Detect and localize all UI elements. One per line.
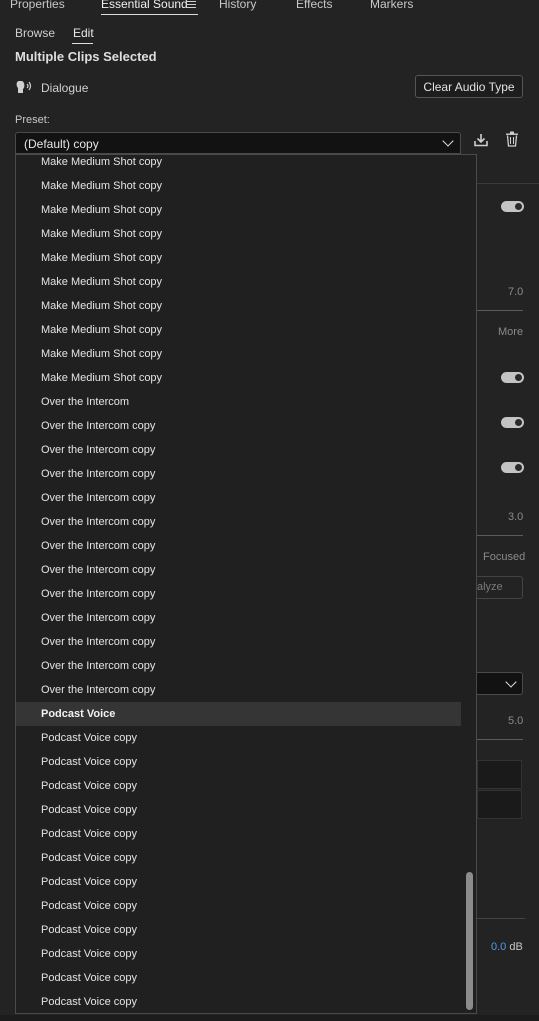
dropdown-item[interactable]: Over the Intercom copy [16,510,461,534]
trash-icon[interactable] [505,131,519,147]
dropdown-item[interactable]: Podcast Voice copy [16,798,461,822]
dialogue-icon [16,80,34,94]
background-select[interactable] [470,672,523,695]
dropdown-scrollbar[interactable] [466,872,473,1010]
subtab-edit[interactable]: Edit [73,26,94,40]
tab-essential-sound[interactable]: Essential Sound [101,0,188,11]
toggle-switch-2[interactable] [501,372,524,383]
dropdown-item[interactable]: Podcast Voice copy [16,966,461,990]
dropdown-item[interactable]: Podcast Voice copy [16,894,461,918]
slider-value-1: 7.0 [508,286,524,298]
dropdown-item[interactable]: Podcast Voice copy [16,918,461,942]
tab-history[interactable]: History [219,0,256,11]
toggle-switch-1[interactable] [501,201,524,212]
dropdown-item[interactable]: Make Medium Shot copy [16,366,461,390]
dropdown-item[interactable]: Over the Intercom copy [16,534,461,558]
dropdown-item[interactable]: Over the Intercom copy [16,630,461,654]
dropdown-item[interactable]: Podcast Voice copy [16,750,461,774]
dropdown-item[interactable]: Over the Intercom copy [16,486,461,510]
tab-effects[interactable]: Effects [296,0,332,11]
slider-value-2: 3.0 [508,511,524,523]
panel-divider [477,183,539,184]
page-title: Multiple Clips Selected [15,49,157,64]
slider-track-1[interactable] [477,310,523,311]
dropdown-item[interactable]: Over the Intercom copy [16,606,461,630]
focused-label: Focused [483,551,526,563]
dropdown-item[interactable]: Make Medium Shot copy [16,294,461,318]
panel-field-1[interactable] [477,760,522,789]
chevron-down-icon [442,135,454,147]
panel-divider-2 [477,918,525,919]
dropdown-item[interactable]: Make Medium Shot copy [16,270,461,294]
dropdown-item[interactable]: Make Medium Shot copy [16,155,461,174]
slider-value-3: 5.0 [508,715,524,727]
dropdown-item[interactable]: Podcast Voice copy [16,942,461,966]
dropdown-item[interactable]: Over the Intercom copy [16,438,461,462]
panel-menu-icon[interactable] [187,1,196,9]
slider-track-3[interactable] [477,739,523,740]
volume-readout[interactable]: 0.0 dB [491,941,523,953]
dropdown-item[interactable]: Make Medium Shot copy [16,198,461,222]
dropdown-item[interactable]: Make Medium Shot copy [16,246,461,270]
subtab-edit-underline [72,43,93,44]
dropdown-item[interactable]: Make Medium Shot copy [16,174,461,198]
dropdown-item[interactable]: Over the Intercom copy [16,582,461,606]
chevron-down-icon [505,676,517,688]
panel-tab-bar: Properties Essential Sound History Effec… [0,0,539,15]
dropdown-item[interactable]: Over the Intercom copy [16,462,461,486]
more-link[interactable]: More [498,326,523,338]
dropdown-item[interactable]: Podcast Voice copy [16,726,461,750]
preset-label: Preset: [15,114,50,126]
dropdown-item[interactable]: Over the Intercom copy [16,678,461,702]
dropdown-item[interactable]: Over the Intercom [16,390,461,414]
dropdown-item[interactable]: Over the Intercom copy [16,414,461,438]
dropdown-item[interactable]: Podcast Voice copy [16,990,461,1013]
dropdown-item[interactable]: Make Medium Shot copy [16,222,461,246]
clear-audio-type-button[interactable]: Clear Audio Type [415,75,523,98]
dropdown-item[interactable]: Over the Intercom copy [16,654,461,678]
save-preset-icon[interactable] [473,132,489,148]
preset-value: (Default) copy [24,137,99,151]
dropdown-item[interactable]: Make Medium Shot copy [16,342,461,366]
analyze-label: alyze [477,581,503,593]
dropdown-item[interactable]: Podcast Voice copy [16,870,461,894]
active-tab-underline [101,14,198,15]
dropdown-item[interactable]: Make Medium Shot copy [16,318,461,342]
dropdown-item[interactable]: Podcast Voice copy [16,846,461,870]
toggle-switch-3[interactable] [501,417,524,428]
panel-field-2[interactable] [477,790,522,819]
tab-properties[interactable]: Properties [10,0,65,11]
tab-markers[interactable]: Markers [370,0,413,11]
slider-track-2[interactable] [477,535,523,536]
dropdown-item[interactable]: Podcast Voice copy [16,774,461,798]
toggle-switch-4[interactable] [501,462,524,473]
preset-select[interactable]: (Default) copy [15,132,461,154]
audio-type-label: Dialogue [41,81,89,95]
volume-value[interactable]: 0.0 [491,941,506,953]
panel-bottom-edge [0,1015,539,1021]
preset-dropdown-list[interactable]: Podcast Voice copy Podcast Voice copy Podc… [15,154,477,1014]
subtab-browse[interactable]: Browse [15,26,55,40]
volume-unit: dB [509,941,523,953]
dropdown-item[interactable]: Podcast Voice copy [16,822,461,846]
dropdown-item[interactable]: Over the Intercom copy [16,558,461,582]
dropdown-item-selected[interactable]: Podcast Voice [16,702,461,726]
